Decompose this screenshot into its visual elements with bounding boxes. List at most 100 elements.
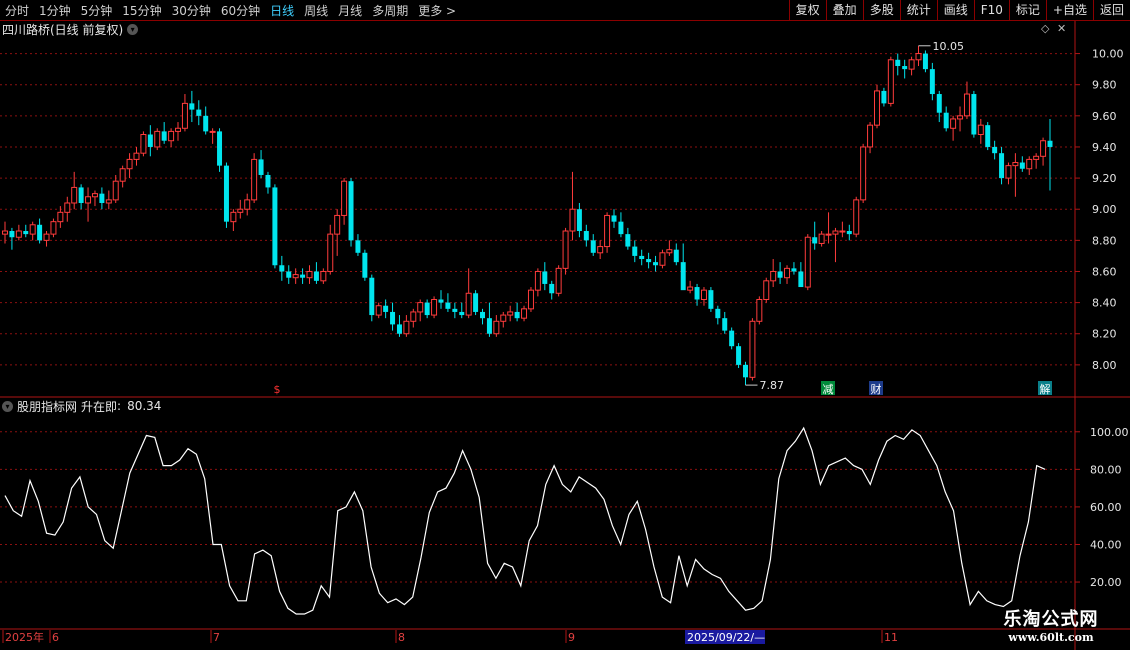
toolbar-button[interactable]: F10 <box>973 0 1009 20</box>
candle-body <box>722 318 728 331</box>
price-tick-label: 8.20 <box>1092 328 1117 341</box>
period-tab[interactable]: 分时 <box>0 2 34 19</box>
candle-body <box>258 159 264 175</box>
candle-body <box>465 292 472 316</box>
candle-body <box>549 283 555 294</box>
date-label: 6 <box>52 631 59 644</box>
toolbar-button[interactable]: 返回 <box>1092 0 1130 20</box>
candle-body <box>922 53 928 70</box>
period-tab[interactable]: 15分钟 <box>117 2 166 19</box>
candle-body <box>846 231 852 235</box>
candle-body <box>196 109 202 116</box>
candle-body <box>985 125 991 147</box>
candle-body <box>798 271 804 288</box>
watermark-title: 乐淘公式网 <box>1003 609 1099 630</box>
chevron-down-icon[interactable]: ▾ <box>2 400 13 412</box>
event-marker: 减 <box>823 383 834 396</box>
candle-body <box>653 262 659 266</box>
period-tab[interactable]: 周线 <box>299 2 333 19</box>
indicator-tick-label: 40.00 <box>1090 538 1122 551</box>
candle-body <box>839 230 846 233</box>
candle-body <box>1005 165 1012 179</box>
candle-body <box>666 249 673 254</box>
candle-body <box>700 289 707 300</box>
indicator-tick-label: 80.00 <box>1090 463 1122 476</box>
candle-body <box>1033 155 1040 160</box>
candle-body <box>680 262 686 291</box>
candle-body <box>569 208 576 232</box>
price-tick-label: 9.60 <box>1092 110 1117 123</box>
candle-body <box>915 53 922 61</box>
candle-body <box>611 215 617 222</box>
candle-body <box>203 115 209 132</box>
candle-body <box>375 305 382 316</box>
candle-body <box>963 93 970 117</box>
period-tab[interactable]: 多周期 <box>367 2 413 19</box>
indicator-value: 80.34 <box>127 399 162 413</box>
toolbar-button[interactable]: 叠加 <box>825 0 863 20</box>
candle-body <box>417 302 424 313</box>
candle-body <box>873 90 880 126</box>
period-tab[interactable]: 更多 > <box>413 2 461 19</box>
candle-body <box>950 118 957 129</box>
period-tab[interactable]: 日线 <box>265 2 299 19</box>
toolbar-button[interactable]: 多股 <box>862 0 900 20</box>
candle-body <box>542 271 548 284</box>
candle-body <box>625 234 631 247</box>
date-cursor-label: 2025/09/22/— <box>687 631 765 644</box>
candle-body <box>341 180 348 216</box>
candle-body <box>895 59 901 67</box>
candle-body <box>743 364 748 378</box>
toolbar-button[interactable]: 标记 <box>1008 0 1046 20</box>
indicator-tick-label: 60.00 <box>1090 501 1122 514</box>
candle-body <box>71 186 78 204</box>
toolbar-button[interactable]: 复权 <box>788 0 826 20</box>
event-marker: 财 <box>871 382 882 396</box>
candle-body <box>576 209 582 232</box>
candle-body <box>597 246 604 254</box>
candle-body <box>133 152 140 160</box>
candle-body <box>50 221 57 235</box>
candle-body <box>500 314 507 322</box>
candle-body <box>583 231 589 241</box>
toolbar-button[interactable]: 画线 <box>936 0 974 20</box>
candle-body <box>749 320 756 378</box>
toolbar-button[interactable]: +自选 <box>1045 0 1093 20</box>
candle-body <box>687 286 694 291</box>
candle-body <box>279 265 285 272</box>
candle-body <box>286 271 292 278</box>
indicator-tick-label: 100.00 <box>1090 426 1129 439</box>
candle-body <box>715 308 721 319</box>
candle-body <box>507 311 514 316</box>
period-tab[interactable]: 30分钟 <box>167 2 216 19</box>
date-label: 8 <box>398 631 405 644</box>
toolbar-button[interactable]: 统计 <box>899 0 937 20</box>
candle-body <box>452 308 458 312</box>
period-tab[interactable]: 1分钟 <box>34 2 76 19</box>
date-label: 9 <box>568 631 575 644</box>
price-tick-label: 9.40 <box>1092 141 1117 154</box>
candle-body <box>673 249 679 263</box>
period-tab[interactable]: 5分钟 <box>76 2 118 19</box>
candle-body <box>818 233 825 244</box>
candle-body <box>369 277 375 316</box>
candle-body <box>1047 140 1053 147</box>
candle-body <box>362 252 368 278</box>
candle-body <box>562 230 569 269</box>
candle-body <box>777 271 783 278</box>
candle-body <box>992 146 998 154</box>
candle-body <box>521 308 528 319</box>
candle-body <box>618 221 624 235</box>
watermark: 乐淘公式网 www.60lt.com <box>992 605 1110 644</box>
candle-body <box>78 187 84 203</box>
kline-chart[interactable]: 10.00 9.80 9.60 9.40 9.20 9.00 8.80 8.60 8.40 8.2… <box>0 21 1130 650</box>
period-tab[interactable]: 60分钟 <box>216 2 265 19</box>
price-tick-label: 8.40 <box>1092 297 1117 310</box>
candle-body <box>29 224 36 235</box>
candle-body <box>736 346 742 365</box>
candle-body <box>175 127 182 132</box>
candle-body <box>85 196 92 204</box>
candle-body <box>756 298 763 322</box>
candle-body <box>230 211 237 223</box>
period-tab[interactable]: 月线 <box>333 2 367 19</box>
